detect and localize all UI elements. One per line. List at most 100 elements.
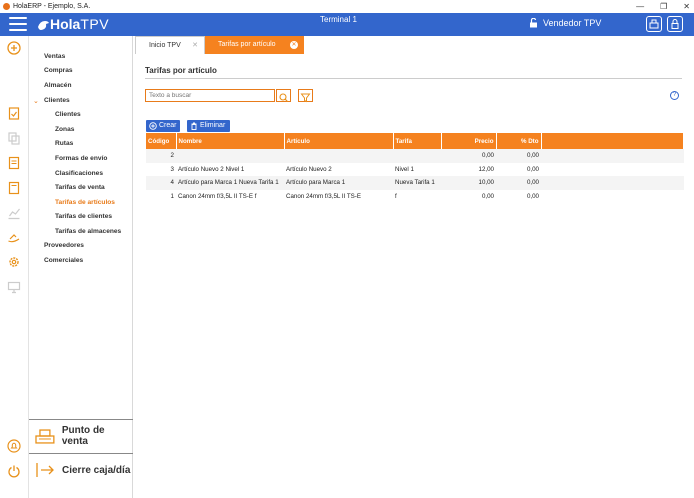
- monitor-icon[interactable]: [7, 280, 21, 294]
- cell-tarifa: Nueva Tarifa 1: [393, 176, 441, 190]
- col-codigo[interactable]: Código: [146, 133, 177, 149]
- nav-sub-clasificaciones[interactable]: Clasificaciones: [55, 170, 103, 177]
- cell-nombre: Canon 24mm f/3,5L II TS-E f: [178, 192, 257, 200]
- cell-precio: 0,00: [481, 192, 494, 200]
- col-dto[interactable]: % Dto: [496, 133, 542, 149]
- minimize-icon[interactable]: —: [636, 0, 644, 13]
- trash-icon: [191, 122, 197, 130]
- filter-button[interactable]: [298, 89, 313, 103]
- cell-tarifa: Nivel 1: [395, 165, 414, 173]
- cell-nombre: Artículo Nuevo 2 Nivel 1: [178, 165, 245, 173]
- power-icon[interactable]: [7, 464, 21, 478]
- chart-icon[interactable]: [7, 206, 21, 220]
- window-title: HolaERP - Ejemplo, S.A.: [13, 3, 91, 10]
- user-name: Vendedor TPV: [543, 18, 602, 28]
- nav-ventas[interactable]: Ventas: [44, 53, 65, 60]
- menu-icon[interactable]: [9, 17, 27, 32]
- nav-proveedores[interactable]: Proveedores: [44, 242, 84, 249]
- cell-articulo: Artículo Nuevo 2: [286, 165, 332, 173]
- icon-rail: [0, 36, 29, 498]
- table-header-row: Código Nombre Artículo Tarifa Precio % D…: [146, 133, 684, 149]
- gear-icon[interactable]: [7, 255, 21, 269]
- cash-register-icon: [35, 429, 55, 444]
- divider: [145, 78, 682, 79]
- chevron-down-icon: ⌄: [33, 98, 39, 105]
- cierre-caja-label: Cierre caja/día: [62, 464, 131, 476]
- crear-label: Crear: [159, 122, 177, 129]
- help-icon[interactable]: ?: [670, 91, 679, 100]
- col-spacer: [541, 133, 684, 149]
- search-icon: [279, 93, 288, 102]
- cell-dto: 0,00: [526, 192, 539, 200]
- window-titlebar: HolaERP - Ejemplo, S.A. — ❐ ✕: [0, 0, 694, 13]
- cell-precio: 12,00: [478, 165, 494, 173]
- unlock-icon: [530, 18, 537, 28]
- col-tarifa[interactable]: Tarifa: [393, 133, 442, 149]
- nav-sub-rutas[interactable]: Rutas: [55, 140, 73, 147]
- nav-sub-formas-envio[interactable]: Formas de envío: [55, 155, 107, 162]
- cell-codigo: 4: [146, 176, 176, 190]
- cell-articulo: Artículo para Marca 1: [284, 176, 393, 190]
- cell-tarifa: f: [395, 192, 397, 200]
- cell-nombre: [176, 149, 284, 163]
- tab-tarifas-articulo[interactable]: Tarifas por artículo ✕: [205, 36, 304, 54]
- col-precio[interactable]: Precio: [441, 133, 497, 149]
- tab-inicio-tpv[interactable]: Inicio TPV ✕: [135, 36, 205, 54]
- search-button[interactable]: [276, 89, 291, 102]
- nav-sub-tarifas-venta[interactable]: Tarifas de venta: [55, 184, 105, 191]
- search-input[interactable]: [145, 89, 275, 102]
- nav-sub-tarifas-clientes[interactable]: Tarifas de clientes: [55, 213, 112, 220]
- main-content: Tarifas por artículo ? Crear Eliminar Có…: [135, 54, 694, 498]
- table-row[interactable]: 2 0,00 0,00: [146, 149, 684, 163]
- terminal-label: Terminal 1: [320, 15, 357, 24]
- cash-register-icon[interactable]: [646, 16, 662, 32]
- close-window-icon[interactable]: ✕: [683, 0, 690, 13]
- cell-codigo: 2: [146, 149, 176, 163]
- cell-codigo: 3: [170, 165, 174, 173]
- nav-clientes[interactable]: Clientes: [44, 97, 70, 104]
- maximize-icon[interactable]: ❐: [660, 0, 667, 13]
- logo-tpv: TPV: [80, 16, 110, 32]
- col-nombre[interactable]: Nombre: [176, 133, 285, 149]
- cell-dto: 0,00: [496, 176, 541, 190]
- close-tab-icon[interactable]: ✕: [192, 37, 198, 55]
- exit-arrow-icon: [36, 463, 54, 477]
- eliminar-button[interactable]: Eliminar: [187, 120, 230, 132]
- nav-sub-tarifas-almacenes[interactable]: Tarifas de almacenes: [55, 228, 121, 235]
- nav-comerciales[interactable]: Comerciales: [44, 257, 83, 264]
- cell-articulo: Canon 24mm f/3,5L II TS-E: [286, 192, 361, 200]
- add-circle-icon[interactable]: [7, 41, 21, 55]
- cell-tarifa: [393, 149, 441, 163]
- copy-icon[interactable]: [7, 131, 21, 145]
- app-logo: Hola TPV: [36, 15, 109, 34]
- user-area[interactable]: Vendedor TPV: [529, 18, 601, 28]
- cell-codigo: 1: [170, 192, 174, 200]
- close-tab-icon[interactable]: ✕: [290, 41, 298, 49]
- table-row[interactable]: 3 Artículo Nuevo 2 Nivel 1 Artículo Nuev…: [146, 163, 684, 177]
- bell-icon[interactable]: [7, 439, 21, 453]
- lock-icon[interactable]: [667, 16, 683, 32]
- table-row[interactable]: 4 Artículo para Marca 1 Nueva Tarifa 1 A…: [146, 176, 684, 190]
- punto-venta-label: Punto de venta: [61, 425, 105, 447]
- table-row[interactable]: 1 Canon 24mm f/3,5L II TS-E f Canon 24mm…: [146, 190, 684, 204]
- nav-compras[interactable]: Compras: [44, 67, 73, 74]
- nav-almacen[interactable]: Almacén: [44, 82, 72, 89]
- nav-sub-zonas[interactable]: Zonas: [55, 126, 74, 133]
- cell-precio: 10,00: [441, 176, 496, 190]
- tarifas-table: Código Nombre Artículo Tarifa Precio % D…: [146, 133, 684, 203]
- receipt-icon[interactable]: [7, 181, 21, 195]
- punto-venta-button[interactable]: Punto de venta: [29, 419, 133, 452]
- nav-sub-clientes[interactable]: Clientes: [55, 111, 81, 118]
- cierre-caja-button[interactable]: Cierre caja/día: [29, 453, 133, 486]
- cell-dto: 0,00: [496, 149, 541, 163]
- logo-hola: Hola: [50, 16, 81, 32]
- crear-button[interactable]: Crear: [146, 120, 180, 132]
- hand-coin-icon[interactable]: [7, 231, 21, 245]
- tab-label: Tarifas por artículo: [218, 41, 276, 48]
- col-articulo[interactable]: Artículo: [284, 133, 394, 149]
- document-icon[interactable]: [7, 156, 21, 170]
- nav-sub-tarifas-articulos[interactable]: Tarifas de artículos: [55, 199, 115, 206]
- tab-label: Inicio TPV: [149, 42, 181, 49]
- clipboard-check-icon[interactable]: [7, 106, 21, 120]
- plus-circle-icon: [149, 122, 157, 130]
